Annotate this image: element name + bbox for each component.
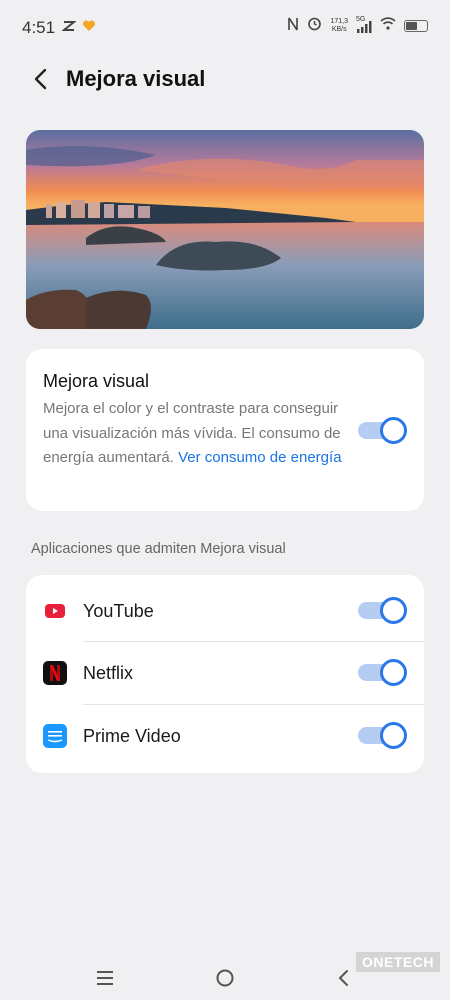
signal-icon: 5G [356, 16, 372, 33]
back-icon[interactable] [330, 965, 356, 991]
preview-image [26, 130, 424, 329]
alarm-icon [307, 16, 322, 36]
prime-video-toggle[interactable] [358, 722, 408, 749]
watermark: ONETECH [356, 952, 440, 972]
notification-icon [61, 19, 77, 38]
page-title: Mejora visual [66, 66, 206, 91]
status-bar: 4:51 171,3 KB/s 5G [0, 0, 450, 56]
wifi-icon [380, 17, 396, 35]
youtube-icon [43, 599, 67, 623]
app-row-netflix[interactable]: Netflix [26, 642, 424, 705]
netflix-icon [43, 661, 67, 685]
apps-card: YouTube Netflix Prime Video [26, 575, 424, 773]
prime-video-icon [43, 724, 67, 748]
status-time: 4:51 [22, 18, 56, 37]
back-arrow-icon[interactable] [26, 64, 56, 94]
heart-icon [82, 19, 96, 38]
menu-icon[interactable] [92, 965, 118, 991]
apps-section-label: Aplicaciones que admiten Mejora visual [31, 541, 286, 557]
app-label: Prime Video [83, 726, 181, 746]
netflix-toggle[interactable] [358, 659, 408, 686]
energy-consumption-link[interactable]: Ver consumo de energía [178, 449, 341, 466]
net-speed: 171,3 KB/s [330, 18, 348, 33]
nfc-icon [287, 17, 299, 36]
header: Mejora visual [0, 58, 450, 102]
app-row-prime-video[interactable]: Prime Video [26, 705, 424, 768]
visual-enhancement-toggle[interactable] [358, 417, 408, 444]
visual-enhancement-card: Mejora visual Mejora el color y el contr… [26, 349, 424, 511]
app-row-youtube[interactable]: YouTube [26, 580, 424, 643]
app-label: YouTube [83, 601, 154, 621]
setting-title: Mejora visual [43, 371, 150, 391]
setting-description: Mejora el color y el contraste para cons… [43, 400, 342, 466]
youtube-toggle[interactable] [358, 597, 408, 624]
home-icon[interactable] [212, 965, 238, 991]
battery-icon [404, 20, 428, 32]
app-label: Netflix [83, 663, 134, 683]
